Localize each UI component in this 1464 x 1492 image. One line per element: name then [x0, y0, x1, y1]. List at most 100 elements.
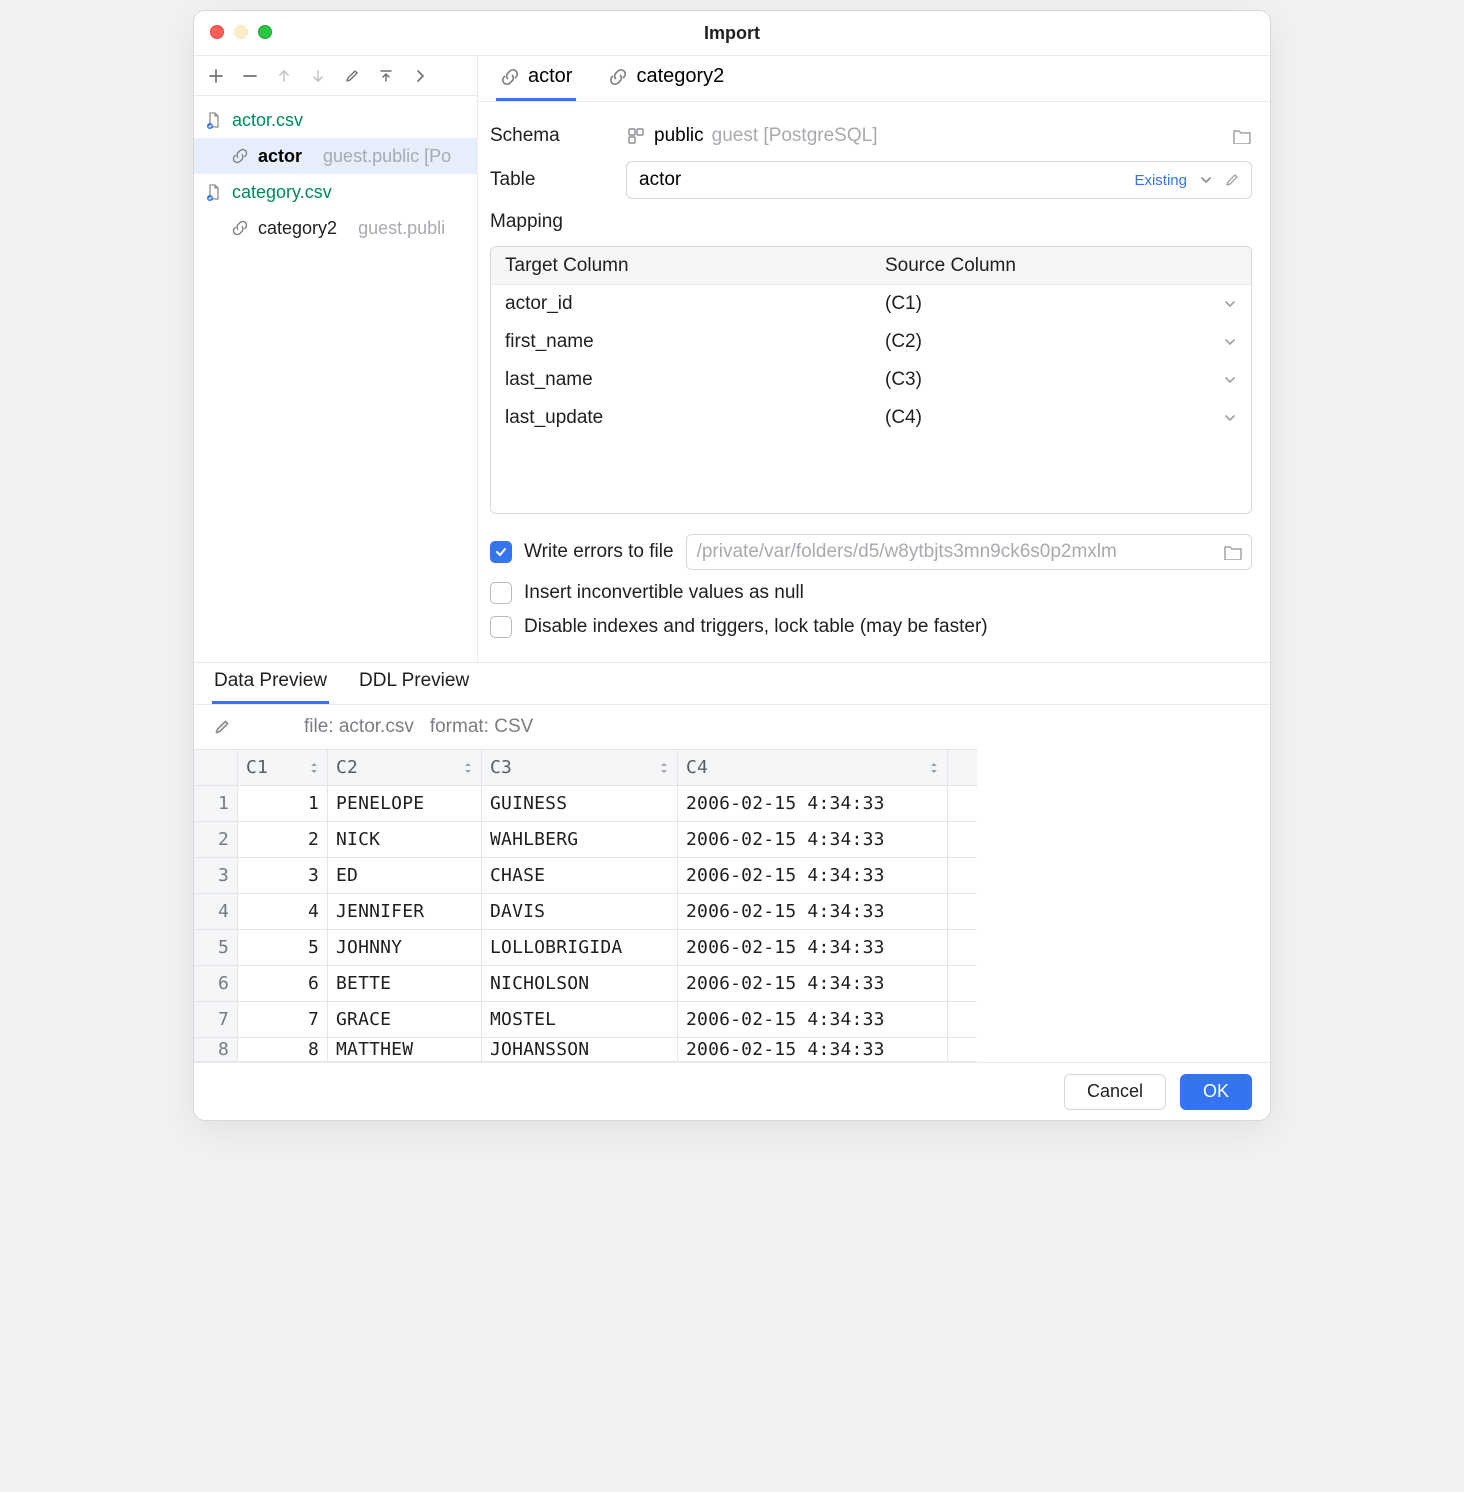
error-file-path[interactable]: /private/var/folders/d5/w8ytbjts3mn9ck6s… [686, 534, 1252, 570]
table-dropdown-button[interactable] [1193, 167, 1219, 193]
cell-c1[interactable]: 8 [238, 1038, 328, 1061]
tree-target-category2[interactable]: category2 guest.publi [194, 210, 477, 246]
cell-c2[interactable]: GRACE [328, 1002, 482, 1037]
cell-c3[interactable]: NICHOLSON [482, 966, 678, 1001]
tab-actor[interactable]: actor [496, 55, 576, 101]
cell-c1[interactable]: 5 [238, 930, 328, 965]
insert-null-checkbox[interactable] [490, 582, 512, 604]
cell-c2[interactable]: PENELOPE [328, 786, 482, 821]
browse-schema-button[interactable] [1232, 128, 1252, 144]
tree-target-actor[interactable]: actor guest.public [Po [194, 138, 477, 174]
table-row[interactable]: 33EDCHASE2006-02-15 4:34:33 [194, 858, 977, 894]
table-row[interactable]: 22NICKWAHLBERG2006-02-15 4:34:33 [194, 822, 977, 858]
tree-target-name: actor [258, 146, 302, 167]
cancel-button[interactable]: Cancel [1064, 1074, 1166, 1110]
tab-ddl-preview[interactable]: DDL Preview [357, 662, 471, 704]
chevron-down-icon[interactable] [1223, 297, 1237, 311]
remove-button[interactable] [236, 62, 264, 90]
cell-c2[interactable]: JENNIFER [328, 894, 482, 929]
move-down-button[interactable] [304, 62, 332, 90]
cell-c2[interactable]: JOHNNY [328, 930, 482, 965]
cell-c3[interactable]: JOHANSSON [482, 1038, 678, 1061]
ok-button[interactable]: OK [1180, 1074, 1252, 1110]
row-index: 1 [194, 786, 238, 821]
mapping-source[interactable]: (C1) [871, 293, 1251, 315]
row-index: 2 [194, 822, 238, 857]
mapping-source[interactable]: (C4) [871, 407, 1251, 429]
export-up-button[interactable] [372, 62, 400, 90]
edit-preview-button[interactable] [212, 717, 232, 737]
cell-c4[interactable]: 2006-02-15 4:34:33 [678, 1002, 948, 1037]
row-index: 3 [194, 858, 238, 893]
mapping-row[interactable]: last_name (C3) [491, 361, 1251, 399]
add-button[interactable] [202, 62, 230, 90]
tab-category2[interactable]: category2 [604, 55, 728, 101]
grid-header-c3[interactable]: C3 [482, 750, 678, 785]
cell-c1[interactable]: 7 [238, 1002, 328, 1037]
tree-file-category[interactable]: category.csv [194, 174, 477, 210]
table-row[interactable]: 11PENELOPEGUINESS2006-02-15 4:34:33 [194, 786, 977, 822]
cell-c4[interactable]: 2006-02-15 4:34:33 [678, 930, 948, 965]
cell-c4[interactable]: 2006-02-15 4:34:33 [678, 1038, 948, 1061]
mapping-source[interactable]: (C2) [871, 331, 1251, 353]
schema-label: Schema [490, 125, 626, 147]
cell-c4[interactable]: 2006-02-15 4:34:33 [678, 858, 948, 893]
tree-file-actor[interactable]: actor.csv [194, 102, 477, 138]
cell-c4[interactable]: 2006-02-15 4:34:33 [678, 894, 948, 929]
data-grid[interactable]: C1 C2 C3 C4 11PENELOPEGUINESS2006-02-15 … [194, 749, 977, 1062]
cell-c2[interactable]: BETTE [328, 966, 482, 1001]
chevron-down-icon[interactable] [1223, 411, 1237, 425]
cell-c1[interactable]: 6 [238, 966, 328, 1001]
table-input[interactable] [637, 168, 1128, 192]
cell-c2[interactable]: ED [328, 858, 482, 893]
table-row[interactable]: 44JENNIFERDAVIS2006-02-15 4:34:33 [194, 894, 977, 930]
cell-c4[interactable]: 2006-02-15 4:34:33 [678, 822, 948, 857]
cell-c3[interactable]: CHASE [482, 858, 678, 893]
mapping-source[interactable]: (C3) [871, 369, 1251, 391]
minimize-window-icon[interactable] [234, 25, 248, 39]
table-row[interactable]: 88MATTHEWJOHANSSON2006-02-15 4:34:33 [194, 1038, 977, 1062]
cell-c3[interactable]: MOSTEL [482, 1002, 678, 1037]
cell-c2[interactable]: NICK [328, 822, 482, 857]
grid-header-c4[interactable]: C4 [678, 750, 948, 785]
cell-c1[interactable]: 3 [238, 858, 328, 893]
sort-icon[interactable] [463, 762, 473, 774]
sort-icon[interactable] [659, 762, 669, 774]
move-up-button[interactable] [270, 62, 298, 90]
cell-c1[interactable]: 4 [238, 894, 328, 929]
cell-c3[interactable]: WAHLBERG [482, 822, 678, 857]
cell-c4[interactable]: 2006-02-15 4:34:33 [678, 966, 948, 1001]
grid-header-c1[interactable]: C1 [238, 750, 328, 785]
close-window-icon[interactable] [210, 25, 224, 39]
cell-c2[interactable]: MATTHEW [328, 1038, 482, 1061]
mapping-row[interactable]: last_update (C4) [491, 399, 1251, 437]
chevron-down-icon[interactable] [1223, 373, 1237, 387]
next-button[interactable] [406, 62, 434, 90]
cell-c1[interactable]: 2 [238, 822, 328, 857]
grid-header-c2[interactable]: C2 [328, 750, 482, 785]
cell-c3[interactable]: DAVIS [482, 894, 678, 929]
browse-error-file-button[interactable] [1223, 544, 1243, 560]
cell-c3[interactable]: LOLLOBRIGIDA [482, 930, 678, 965]
write-errors-checkbox[interactable] [490, 541, 512, 563]
disable-indexes-checkbox[interactable] [490, 616, 512, 638]
tab-data-preview[interactable]: Data Preview [212, 662, 329, 704]
table-edit-button[interactable] [1219, 167, 1245, 193]
table-row[interactable]: 55JOHNNYLOLLOBRIGIDA2006-02-15 4:34:33 [194, 930, 977, 966]
mapping-row[interactable]: first_name (C2) [491, 323, 1251, 361]
mapping-header-source[interactable]: Source Column [885, 255, 1016, 277]
preview-tabs: Data Preview DDL Preview [194, 663, 1270, 705]
sort-icon[interactable] [929, 762, 939, 774]
table-row[interactable]: 77GRACEMOSTEL2006-02-15 4:34:33 [194, 1002, 977, 1038]
mapping-table: Target Column Source Column actor_id (C1… [490, 246, 1252, 514]
sort-icon[interactable] [309, 762, 319, 774]
chevron-down-icon[interactable] [1223, 335, 1237, 349]
mapping-header-target[interactable]: Target Column [491, 255, 871, 277]
cell-c4[interactable]: 2006-02-15 4:34:33 [678, 786, 948, 821]
zoom-window-icon[interactable] [258, 25, 272, 39]
cell-c1[interactable]: 1 [238, 786, 328, 821]
cell-c3[interactable]: GUINESS [482, 786, 678, 821]
mapping-row[interactable]: actor_id (C1) [491, 285, 1251, 323]
table-row[interactable]: 66BETTENICHOLSON2006-02-15 4:34:33 [194, 966, 977, 1002]
edit-button[interactable] [338, 62, 366, 90]
